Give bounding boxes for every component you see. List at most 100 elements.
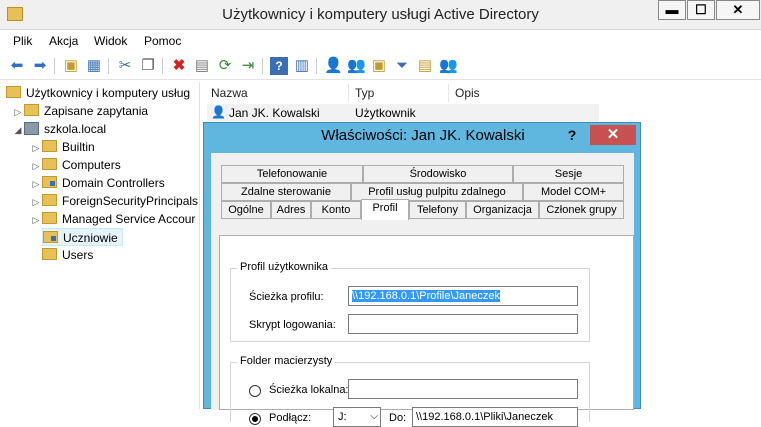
- tree-item-uczniowie[interactable]: Uczniowie: [42, 228, 123, 246]
- column-header-description[interactable]: Opis: [449, 84, 599, 102]
- toolbar-separator: [262, 58, 263, 74]
- tree-item-saved-queries[interactable]: ▷ Zapisane zapytania: [12, 102, 148, 120]
- help-icon[interactable]: ?: [270, 57, 288, 75]
- drive-letter-select[interactable]: J: ⌵: [333, 407, 381, 427]
- properties-dialog: Właściwości: Jan JK. Kowalski ? ✕ Telefo…: [203, 122, 641, 427]
- console-root-icon: [6, 86, 21, 98]
- find-icon[interactable]: ▤: [416, 57, 434, 75]
- tab-adres[interactable]: Adres: [271, 201, 311, 219]
- folder-icon: [42, 158, 57, 170]
- tab-ogolne[interactable]: Ogólne: [221, 201, 271, 219]
- to-label: Do:: [389, 412, 407, 424]
- delete-icon[interactable]: ✖: [170, 57, 188, 75]
- tab-srodowisko[interactable]: Środowisko: [363, 165, 513, 183]
- toolbar-separator: [54, 58, 55, 74]
- tree-item-domain[interactable]: ◢ szkola.local: [12, 120, 106, 138]
- column-header-type[interactable]: Typ: [349, 84, 449, 102]
- profile-path-label: Ścieżka profilu:: [249, 291, 324, 303]
- tree-item-computers[interactable]: ▷ Computers: [30, 156, 121, 174]
- local-path-label: Ścieżka lokalna:: [269, 384, 349, 396]
- profile-tab-panel: Profil użytkownika Ścieżka profilu: \\19…: [219, 235, 634, 427]
- ou-folder-icon: [43, 231, 58, 243]
- expand-arrow-icon[interactable]: ▷: [30, 139, 42, 157]
- tab-profil[interactable]: Profil: [361, 199, 409, 220]
- toolbar-separator: [316, 58, 317, 74]
- console-icon[interactable]: ▥: [293, 57, 311, 75]
- home-folder-group: Folder macierzysty Ścieżka lokalna: Podł…: [230, 355, 590, 427]
- folder-icon: [42, 212, 57, 224]
- row-type: Użytkownik: [355, 106, 416, 120]
- dialog-close-button[interactable]: ✕: [590, 125, 636, 145]
- cut-icon[interactable]: ✂: [116, 57, 134, 75]
- toolbar-separator: [108, 58, 109, 74]
- tree-item-builtin[interactable]: ▷ Builtin: [30, 138, 95, 156]
- expand-arrow-icon[interactable]: ▷: [30, 157, 42, 175]
- forward-arrow-icon[interactable]: ➡: [31, 57, 49, 75]
- connect-radio[interactable]: [249, 413, 261, 425]
- back-arrow-icon[interactable]: ⬅: [8, 57, 26, 75]
- expand-arrow-icon[interactable]: ▷: [30, 175, 42, 193]
- up-folder-icon[interactable]: ▣: [62, 57, 80, 75]
- tree-item-users[interactable]: Users: [42, 246, 93, 264]
- minimize-button[interactable]: ▬: [658, 0, 686, 20]
- menu-item-pomoc[interactable]: Pomoc: [144, 34, 181, 48]
- toolbar: ⬅ ➡ ▣ ▦ ✂ ❐ ✖ ▤ ⟳ ⇥ ? ▥ 👤 👥 ▣ ⏷ ▤ 👥: [0, 52, 761, 80]
- tree-root[interactable]: Użytkownicy i komputery usług: [6, 84, 190, 102]
- properties-icon[interactable]: ▤: [193, 57, 211, 75]
- menu-item-widok[interactable]: Widok: [94, 34, 127, 48]
- menu-bar: Plik Akcja Widok Pomoc: [0, 30, 761, 52]
- new-user-icon[interactable]: 👤: [324, 57, 343, 75]
- logon-script-label: Skrypt logowania:: [249, 319, 336, 331]
- folder-icon: [42, 194, 57, 206]
- row-name: Jan JK. Kowalski: [229, 106, 320, 120]
- window-title-bar: Użytkownicy i komputery usługi Active Di…: [0, 0, 761, 30]
- collapse-arrow-icon[interactable]: ◢: [12, 121, 24, 139]
- new-ou-icon[interactable]: ▣: [370, 57, 388, 75]
- filter-icon[interactable]: ⏷: [393, 57, 411, 75]
- maximize-button[interactable]: ☐: [687, 0, 715, 20]
- expand-arrow-icon[interactable]: ▷: [30, 211, 42, 229]
- console-tree: Użytkownicy i komputery usług ▷ Zapisane …: [0, 82, 200, 409]
- home-folder-group-title: Folder macierzysty: [237, 355, 336, 367]
- tab-zdalne-sterowanie[interactable]: Zdalne sterowanie: [221, 183, 351, 201]
- list-item[interactable]: 👤 Jan JK. Kowalski Użytkownik: [207, 104, 599, 122]
- profile-path-field[interactable]: \\192.168.0.1\Profile\Janeczek: [348, 286, 578, 306]
- tab-konto[interactable]: Konto: [311, 201, 361, 219]
- expand-arrow-icon[interactable]: ▷: [30, 193, 42, 211]
- tab-telefony[interactable]: Telefony: [409, 201, 466, 219]
- tree-item-foreign-security-principals[interactable]: ▷ ForeignSecurityPrincipals: [30, 192, 198, 210]
- copy-icon[interactable]: ❐: [139, 57, 157, 75]
- tree-item-managed-service-accounts[interactable]: ▷ Managed Service Accour: [30, 210, 195, 228]
- chevron-down-icon: ⌵: [370, 411, 378, 422]
- user-profile-group: Profil użytkownika Ścieżka profilu: \\19…: [230, 261, 590, 342]
- user-icon: 👤: [211, 105, 226, 119]
- ou-folder-icon: [42, 176, 57, 188]
- refresh-icon[interactable]: ⟳: [216, 57, 234, 75]
- home-folder-path-field[interactable]: \\192.168.0.1\Pliki\Janeczek: [412, 407, 578, 427]
- new-group-icon[interactable]: 👥: [347, 57, 366, 75]
- tab-czlonek-grupy[interactable]: Członek grupy: [539, 201, 624, 219]
- expand-arrow-icon[interactable]: ▷: [12, 103, 24, 121]
- column-header-name[interactable]: Nazwa: [205, 84, 349, 102]
- folder-icon: [42, 248, 57, 260]
- folder-icon: [24, 104, 39, 116]
- menu-item-akcja[interactable]: Akcja: [49, 34, 78, 48]
- close-button[interactable]: ✕: [716, 0, 760, 20]
- tree-item-domain-controllers[interactable]: ▷ Domain Controllers: [30, 174, 165, 192]
- export-list-icon[interactable]: ⇥: [239, 57, 257, 75]
- connect-label: Podłącz:: [269, 412, 312, 424]
- tab-telefonowanie[interactable]: Telefonowanie: [221, 165, 363, 183]
- local-path-radio[interactable]: [249, 385, 261, 397]
- local-path-field[interactable]: [348, 379, 578, 399]
- domain-icon: [24, 122, 39, 135]
- dialog-help-button[interactable]: ?: [559, 125, 585, 145]
- toolbar-separator: [162, 58, 163, 74]
- tab-sesje[interactable]: Sesje: [513, 165, 624, 183]
- logon-script-field[interactable]: [348, 314, 578, 334]
- menu-item-plik[interactable]: Plik: [13, 34, 32, 48]
- console-tree-icon[interactable]: ▦: [85, 57, 103, 75]
- tab-organizacja[interactable]: Organizacja: [466, 201, 539, 219]
- tab-model-com[interactable]: Model COM+: [523, 183, 624, 201]
- folder-icon: [42, 140, 57, 152]
- add-to-group-icon[interactable]: 👥: [439, 57, 458, 75]
